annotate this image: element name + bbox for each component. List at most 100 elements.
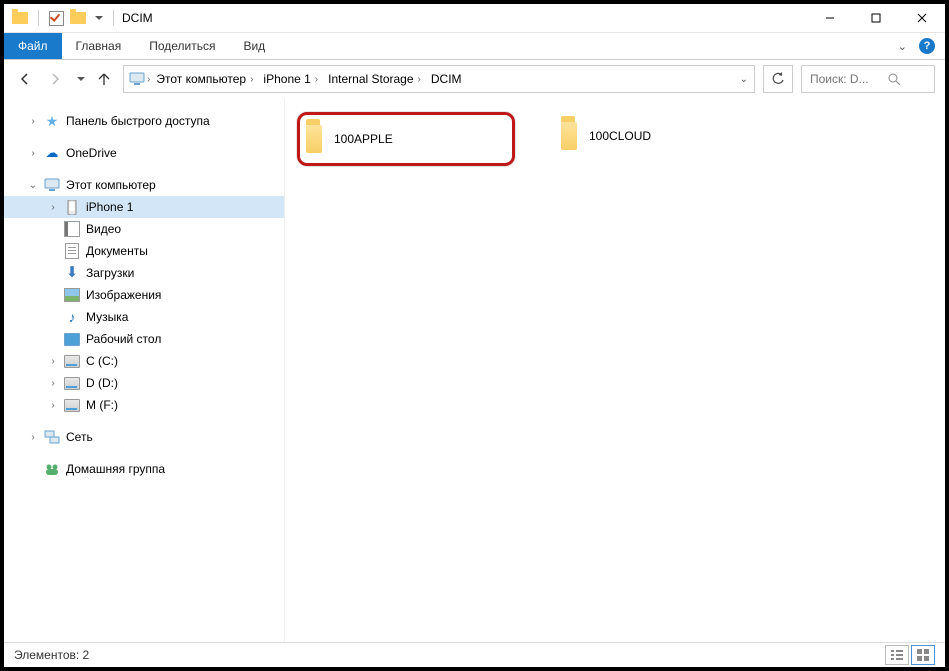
recent-locations-icon[interactable] xyxy=(77,77,85,81)
network-icon xyxy=(44,429,60,445)
breadcrumb-segment[interactable]: Этот компьютер› xyxy=(152,66,259,92)
close-button[interactable] xyxy=(899,4,945,32)
breadcrumb-label: DCIM xyxy=(431,72,462,86)
icons-view-button[interactable] xyxy=(911,645,935,665)
separator xyxy=(113,10,114,26)
tree-label: Рабочий стол xyxy=(86,332,161,346)
tree-videos[interactable]: Видео xyxy=(4,218,284,240)
tree-iphone[interactable]: › iPhone 1 xyxy=(4,196,284,218)
tree-label: OneDrive xyxy=(66,146,117,160)
grid-icon xyxy=(917,649,929,661)
download-icon: ⬇ xyxy=(64,265,80,281)
tree-drive-c[interactable]: › C (C:) xyxy=(4,350,284,372)
forward-button[interactable] xyxy=(44,68,66,90)
homegroup-icon xyxy=(44,461,60,477)
minimize-button[interactable] xyxy=(807,4,853,32)
drive-icon xyxy=(64,375,80,391)
tree-pictures[interactable]: Изображения xyxy=(4,284,284,306)
folder-icon xyxy=(306,131,322,147)
star-icon: ★ xyxy=(44,113,60,129)
folder-item-100apple[interactable]: 100APPLE xyxy=(297,112,515,166)
tree-onedrive[interactable]: › ☁ OneDrive xyxy=(4,142,284,164)
address-dropdown[interactable]: ⌄ xyxy=(740,74,752,85)
document-icon xyxy=(64,243,80,259)
tree-label: Сеть xyxy=(66,430,93,444)
folder-item-100cloud[interactable]: 100CLOUD xyxy=(555,112,767,160)
quick-access-toolbar xyxy=(4,10,118,26)
status-text: Элементов: 2 xyxy=(14,648,89,662)
help-icon[interactable]: ? xyxy=(919,38,935,54)
address-bar[interactable]: › Этот компьютер› iPhone 1› Internal Sto… xyxy=(123,65,755,93)
titlebar: DCIM xyxy=(4,4,945,33)
chevron-right-icon[interactable]: › xyxy=(416,74,423,85)
chevron-right-icon[interactable]: › xyxy=(28,148,38,159)
tree-label: Панель быстрого доступа xyxy=(66,114,210,128)
breadcrumb-segment[interactable]: iPhone 1› xyxy=(259,66,324,92)
drive-icon xyxy=(64,353,80,369)
search-input[interactable] xyxy=(808,71,882,87)
explorer-window: DCIM Файл Главная Поделиться Вид ⌄ ? xyxy=(0,0,949,671)
chevron-right-icon[interactable]: › xyxy=(48,378,58,389)
tree-quick-access[interactable]: › ★ Панель быстрого доступа xyxy=(4,110,284,132)
tree-label: Документы xyxy=(86,244,148,258)
breadcrumb-label: Internal Storage xyxy=(328,72,413,86)
tree-label: Загрузки xyxy=(86,266,134,280)
ribbon-tab-home[interactable]: Главная xyxy=(62,33,136,59)
chevron-right-icon[interactable]: › xyxy=(313,74,320,85)
qat-dropdown-icon[interactable] xyxy=(95,16,103,20)
tree-label: D (D:) xyxy=(86,376,118,390)
details-view-button[interactable] xyxy=(885,645,909,665)
tree-drive-m[interactable]: › M (F:) xyxy=(4,394,284,416)
chevron-right-icon[interactable]: › xyxy=(48,202,58,213)
tree-this-pc[interactable]: ⌄ Этот компьютер xyxy=(4,174,284,196)
tree-label: iPhone 1 xyxy=(86,200,133,214)
chevron-right-icon[interactable]: › xyxy=(145,74,152,85)
drive-icon xyxy=(64,397,80,413)
tree-music[interactable]: ♪ Музыка xyxy=(4,306,284,328)
desktop-icon xyxy=(64,331,80,347)
tree-documents[interactable]: Документы xyxy=(4,240,284,262)
ribbon-tab-file[interactable]: Файл xyxy=(4,33,62,59)
tree-label: Видео xyxy=(86,222,121,236)
window-controls xyxy=(807,4,945,32)
refresh-button[interactable] xyxy=(763,65,793,93)
body: › ★ Панель быстрого доступа › ☁ OneDrive… xyxy=(4,98,945,642)
search-box[interactable] xyxy=(801,65,935,93)
maximize-button[interactable] xyxy=(853,4,899,32)
properties-icon[interactable] xyxy=(49,11,64,26)
ribbon-tab-share[interactable]: Поделиться xyxy=(135,33,229,59)
breadcrumb-segment[interactable]: Internal Storage› xyxy=(324,66,427,92)
tree-desktop[interactable]: Рабочий стол xyxy=(4,328,284,350)
tree-homegroup[interactable]: Домашняя группа xyxy=(4,458,284,480)
separator xyxy=(38,10,39,26)
breadcrumb-segment[interactable]: DCIM xyxy=(427,66,466,92)
content-pane[interactable]: 100APPLE 100CLOUD xyxy=(285,98,945,642)
tree-downloads[interactable]: ⬇ Загрузки xyxy=(4,262,284,284)
chevron-right-icon[interactable]: › xyxy=(28,432,38,443)
chevron-down-icon[interactable]: ⌄ xyxy=(28,180,38,191)
ribbon: Файл Главная Поделиться Вид ⌄ ? xyxy=(4,33,945,60)
chevron-right-icon[interactable]: › xyxy=(28,116,38,127)
pc-icon xyxy=(44,177,60,193)
navigation-bar: › Этот компьютер› iPhone 1› Internal Sto… xyxy=(4,60,945,98)
up-button[interactable] xyxy=(93,68,115,90)
ribbon-right: ⌄ ? xyxy=(898,33,945,59)
tree-drive-d[interactable]: › D (D:) xyxy=(4,372,284,394)
chevron-right-icon[interactable]: › xyxy=(48,356,58,367)
ribbon-tab-view[interactable]: Вид xyxy=(229,33,279,59)
phone-icon xyxy=(64,199,80,215)
tree-network[interactable]: › Сеть xyxy=(4,426,284,448)
back-button[interactable] xyxy=(14,68,36,90)
status-bar: Элементов: 2 xyxy=(4,642,945,667)
list-icon xyxy=(891,650,903,660)
breadcrumb-label: Этот компьютер xyxy=(156,72,246,86)
tree-label: M (F:) xyxy=(86,398,118,412)
chevron-right-icon[interactable]: › xyxy=(48,400,58,411)
expand-ribbon-icon[interactable]: ⌄ xyxy=(898,40,907,53)
tree-label: Этот компьютер xyxy=(66,178,156,192)
folder-icon[interactable] xyxy=(70,10,86,26)
tree-label: Музыка xyxy=(86,310,128,324)
picture-icon xyxy=(64,287,80,303)
chevron-right-icon[interactable]: › xyxy=(248,74,255,85)
navigation-pane[interactable]: › ★ Панель быстрого доступа › ☁ OneDrive… xyxy=(4,98,285,642)
